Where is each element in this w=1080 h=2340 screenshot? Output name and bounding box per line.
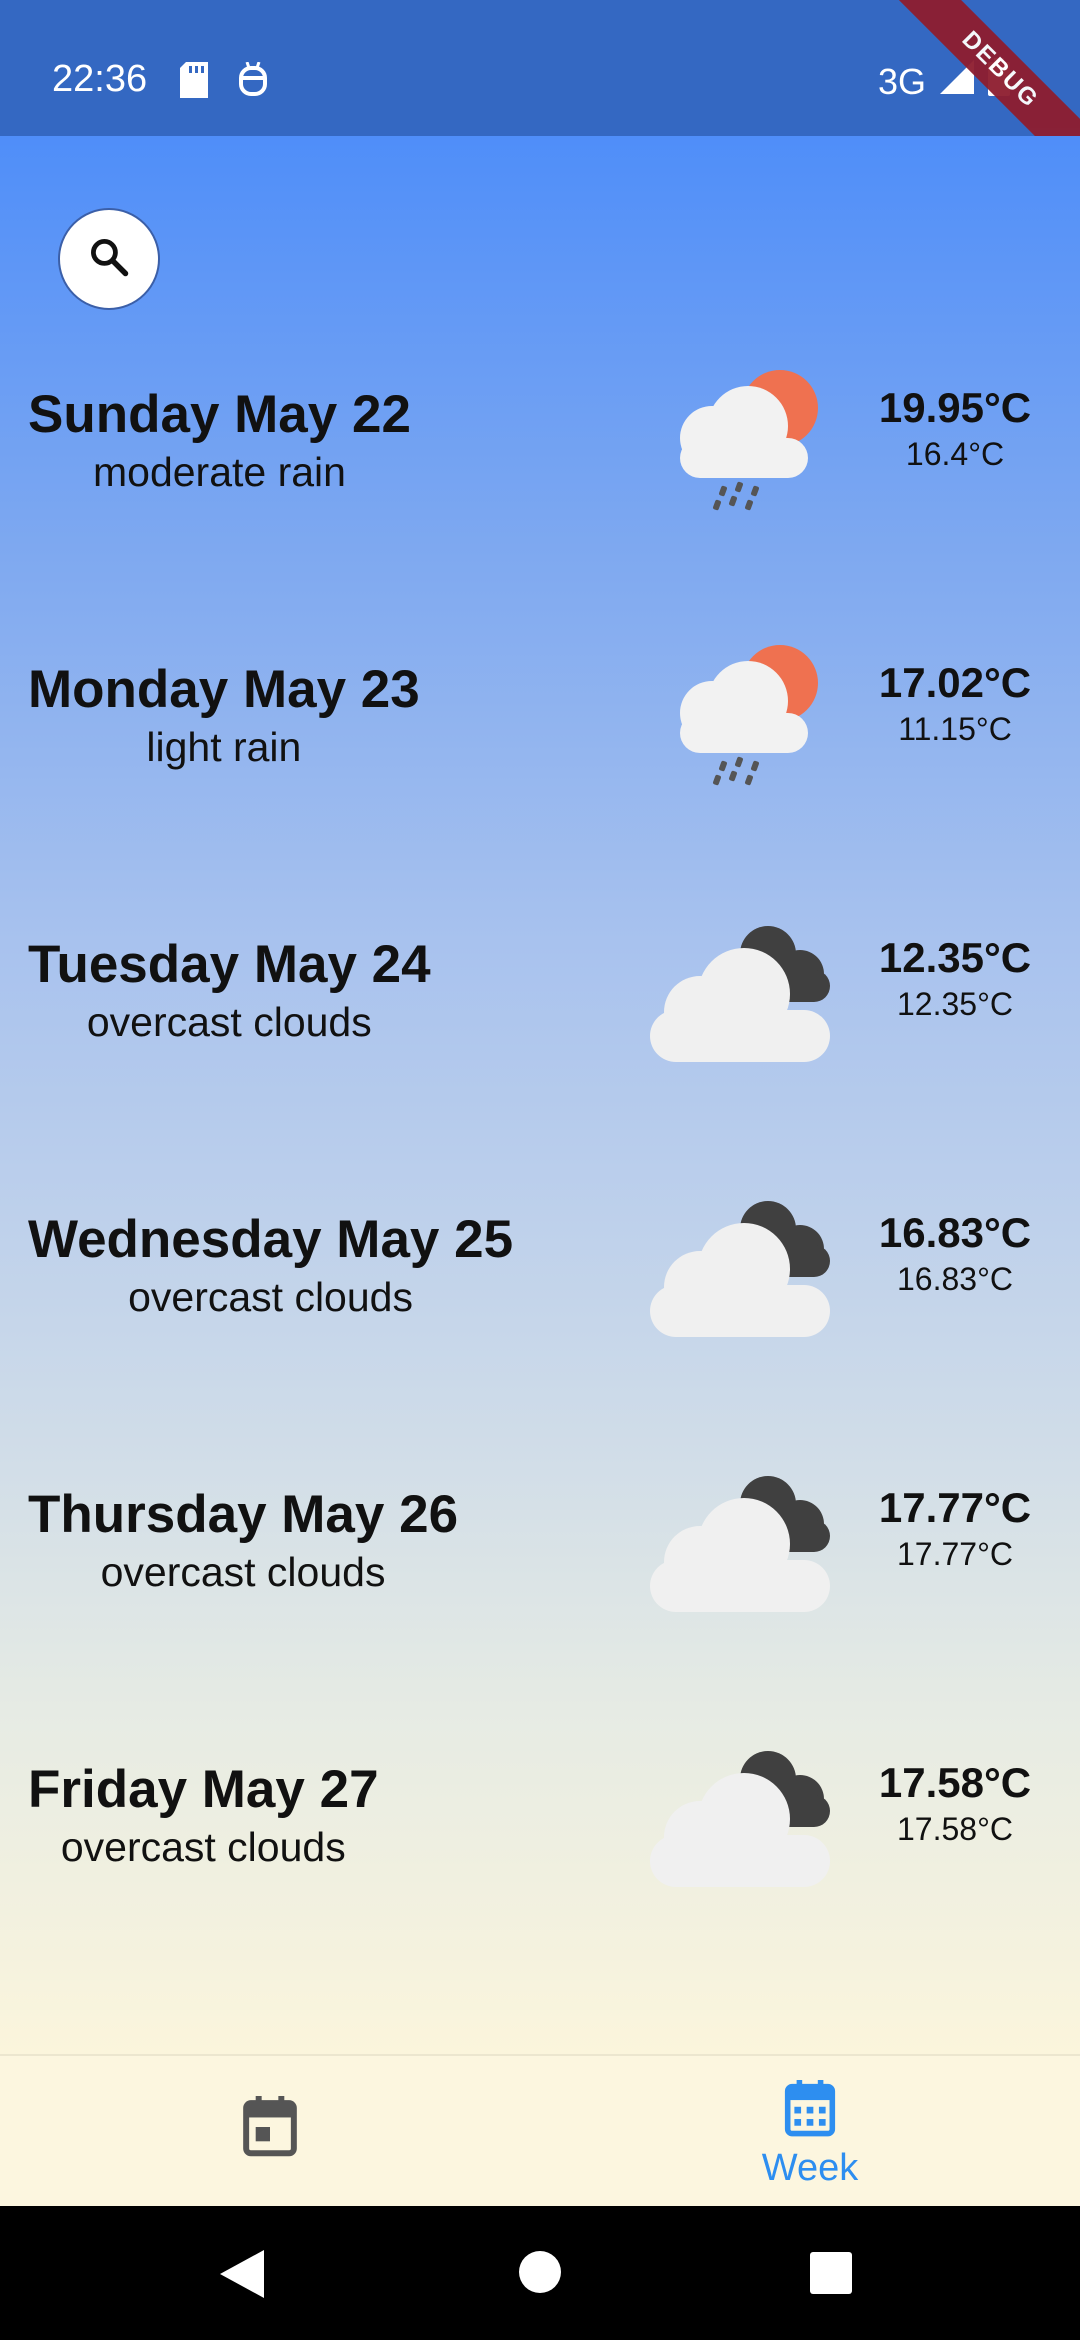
overcast-clouds-icon bbox=[640, 1464, 860, 1614]
network-type: 3G bbox=[877, 60, 926, 102]
status-bar: 22:36 3G DEBUG bbox=[0, 0, 1080, 192]
forecast-row: Tuesday May 24 overcast clouds 12.35°C 12.3… bbox=[0, 926, 1080, 1114]
day-title: Tuesday May 24 bbox=[28, 935, 431, 994]
android-debug-icon bbox=[238, 61, 268, 103]
temp-max: 17.02°C bbox=[878, 659, 1032, 706]
temp-min: 17.58°C bbox=[897, 1811, 1013, 1847]
temp-min: 16.83°C bbox=[897, 1261, 1013, 1297]
forecast-row: Thursday May 26 overcast clouds 17.77°C 17.… bbox=[0, 1476, 1080, 1664]
overcast-clouds-icon bbox=[640, 914, 860, 1064]
day-title: Friday May 27 bbox=[28, 1760, 379, 1819]
day-description: overcast clouds bbox=[100, 1549, 386, 1595]
temp-max: 12.35°C bbox=[878, 934, 1032, 981]
calendar-today-icon bbox=[241, 2096, 299, 2176]
day-description: light rain bbox=[146, 724, 302, 770]
day-title: Thursday May 26 bbox=[28, 1485, 459, 1544]
forecast-row: Wednesday May 25 overcast clouds 16.83°C 16… bbox=[0, 1201, 1080, 1389]
temp-min: 12.35°C bbox=[897, 986, 1013, 1022]
day-title: Sunday May 22 bbox=[28, 385, 411, 444]
forecast-row: Sunday May 22 moderate rain 19.95°C 16.4°C bbox=[0, 370, 1080, 564]
forecast-row: Friday May 27 overcast clouds 17.58°C 17.58… bbox=[0, 1751, 1080, 1939]
temp-min: 16.4°C bbox=[905, 436, 1005, 472]
nav-week-label: Week bbox=[761, 2147, 859, 2189]
system-navigation-bar bbox=[0, 2206, 1080, 2340]
day-description: overcast clouds bbox=[60, 1824, 346, 1870]
temp-min: 17.77°C bbox=[897, 1536, 1013, 1572]
overcast-clouds-icon bbox=[640, 1189, 860, 1339]
day-description: moderate rain bbox=[92, 449, 346, 495]
nav-today-button[interactable] bbox=[230, 2096, 310, 2176]
sd-card-icon bbox=[180, 62, 208, 103]
sun-cloud-rain-icon bbox=[640, 639, 860, 789]
overcast-clouds-icon bbox=[640, 1739, 860, 1889]
temp-max: 19.95°C bbox=[878, 384, 1032, 431]
forecast-row: Monday May 23 light rain 17.02°C 11.15°C bbox=[0, 645, 1080, 839]
calendar-week-icon bbox=[783, 2080, 837, 2143]
temp-max: 17.77°C bbox=[878, 1484, 1032, 1531]
forecast-area: Sunday May 22 moderate rain 19.95°C 16.4°C M… bbox=[0, 136, 1080, 2054]
sun-cloud-rain-icon bbox=[640, 364, 860, 514]
day-description: overcast clouds bbox=[86, 999, 372, 1045]
nav-week-button[interactable]: Week bbox=[740, 2080, 880, 2200]
back-icon[interactable] bbox=[220, 2250, 264, 2303]
day-description: overcast clouds bbox=[128, 1274, 413, 1320]
search-button[interactable] bbox=[58, 208, 160, 310]
temp-min: 11.15°C bbox=[898, 711, 1012, 747]
temp-max: 17.58°C bbox=[878, 1759, 1032, 1806]
day-title: Wednesday May 25 bbox=[28, 1210, 514, 1269]
status-time: 22:36 bbox=[52, 58, 148, 100]
home-icon[interactable] bbox=[518, 2250, 562, 2299]
search-icon bbox=[87, 235, 131, 284]
day-title: Monday May 23 bbox=[28, 660, 420, 719]
bottom-navigation: Week bbox=[0, 2054, 1080, 2208]
recents-icon[interactable] bbox=[810, 2252, 852, 2299]
temp-max: 16.83°C bbox=[878, 1209, 1032, 1256]
